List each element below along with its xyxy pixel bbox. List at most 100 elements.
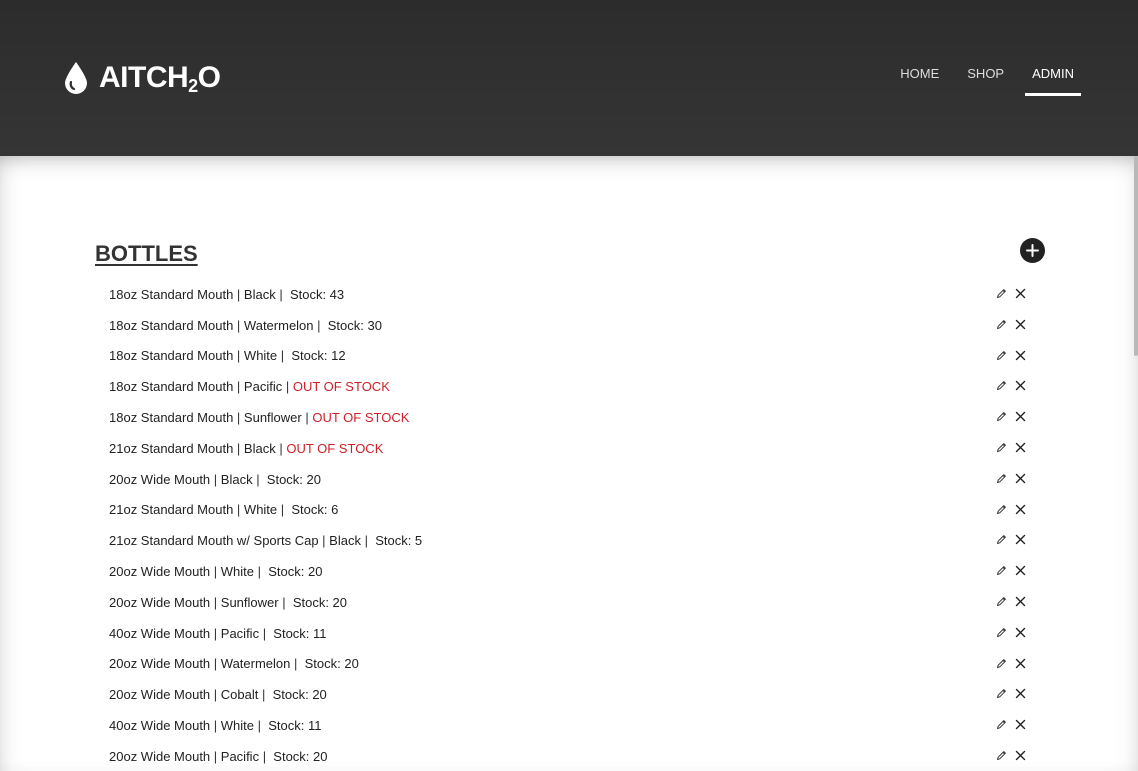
edit-button[interactable] <box>996 411 1007 422</box>
separator: | <box>275 286 290 302</box>
item-name: 20oz Wide Mouth <box>109 687 211 703</box>
separator: | <box>233 379 244 395</box>
separator: | <box>252 471 267 487</box>
item-color: Pacific <box>243 379 283 395</box>
close-icon <box>1015 627 1026 637</box>
delete-button[interactable] <box>1015 380 1026 391</box>
delete-button[interactable] <box>1015 473 1026 484</box>
edit-button[interactable] <box>996 750 1007 761</box>
nav-shop[interactable]: SHOP <box>960 66 1011 96</box>
item-name: 21oz Standard Mouth w/ Sports Cap <box>109 533 319 549</box>
delete-button[interactable] <box>1015 596 1026 607</box>
edit-button[interactable] <box>996 473 1007 484</box>
pencil-icon <box>997 443 1006 452</box>
row-actions <box>996 411 1026 422</box>
edit-button[interactable] <box>996 627 1007 638</box>
stock-status: Stock: 20 <box>292 594 348 610</box>
delete-button[interactable] <box>1015 442 1026 453</box>
separator: | <box>210 656 221 672</box>
separator: | <box>259 748 274 764</box>
separator: | <box>282 379 293 395</box>
row-actions <box>996 565 1026 576</box>
list-item: 20oz Wide Mouth | Sunflower | Stock: 20 <box>109 587 1039 618</box>
close-icon <box>1015 750 1026 761</box>
item-name: 21oz Standard Mouth <box>109 502 234 518</box>
item-name: 40oz Wide Mouth <box>109 625 211 641</box>
close-icon <box>1015 319 1026 329</box>
delete-button[interactable] <box>1015 534 1026 545</box>
edit-button[interactable] <box>996 658 1007 669</box>
water-drop-icon <box>65 62 87 94</box>
edit-button[interactable] <box>996 719 1007 730</box>
separator: | <box>360 533 376 549</box>
add-bottle-button[interactable] <box>1020 238 1045 263</box>
pencil-icon <box>997 751 1006 760</box>
delete-button[interactable] <box>1015 750 1026 761</box>
delete-button[interactable] <box>1015 719 1026 730</box>
scrollbar[interactable] <box>1134 156 1138 356</box>
delete-button[interactable] <box>1015 288 1026 299</box>
delete-button[interactable] <box>1015 411 1026 422</box>
row-actions <box>996 750 1026 761</box>
delete-button[interactable] <box>1015 504 1026 515</box>
separator: | <box>233 348 244 364</box>
close-icon <box>1015 473 1026 483</box>
list-item: 21oz Standard Mouth | Black | OUT OF STO… <box>109 433 1039 464</box>
delete-button[interactable] <box>1015 319 1026 330</box>
item-name: 40oz Wide Mouth <box>109 718 211 734</box>
separator: | <box>259 625 274 641</box>
close-icon <box>1015 504 1026 514</box>
bottle-list: 18oz Standard Mouth | Black | Stock: 43 1… <box>109 279 1039 771</box>
close-icon <box>1015 381 1026 391</box>
logo-text: AITCH 2 O <box>99 61 221 96</box>
delete-button[interactable] <box>1015 627 1026 638</box>
pencil-icon <box>997 319 1006 329</box>
separator: | <box>318 533 330 549</box>
edit-button[interactable] <box>996 442 1007 453</box>
delete-button[interactable] <box>1015 658 1026 669</box>
edit-button[interactable] <box>996 534 1007 545</box>
edit-button[interactable] <box>996 565 1007 576</box>
row-actions <box>996 380 1026 391</box>
nav-home[interactable]: HOME <box>893 66 946 96</box>
item-name: 20oz Wide Mouth <box>109 471 211 487</box>
list-item: 21oz Standard Mouth | White | Stock: 6 <box>109 495 1039 526</box>
pencil-icon <box>997 566 1006 576</box>
logo[interactable]: AITCH 2 O <box>63 58 221 98</box>
stock-status: Stock: 20 <box>268 564 323 580</box>
close-icon <box>1015 719 1026 730</box>
item-name: 18oz Standard Mouth <box>109 410 234 426</box>
list-item: 21oz Standard Mouth w/ Sports Cap | Blac… <box>109 525 1039 556</box>
separator: | <box>210 687 221 703</box>
list-item: 20oz Wide Mouth | Cobalt | Stock: 20 <box>109 679 1039 710</box>
list-item: 18oz Standard Mouth | Pacific | OUT OF S… <box>109 371 1039 402</box>
stock-status: OUT OF STOCK <box>286 440 384 456</box>
edit-button[interactable] <box>996 688 1007 699</box>
separator: | <box>233 286 244 302</box>
separator: | <box>277 348 292 364</box>
edit-button[interactable] <box>996 319 1007 330</box>
edit-button[interactable] <box>996 596 1007 607</box>
pencil-icon <box>997 504 1006 514</box>
delete-button[interactable] <box>1015 350 1026 361</box>
separator: | <box>258 687 273 703</box>
separator: | <box>210 471 221 487</box>
stock-status: Stock: 12 <box>291 348 346 364</box>
nav-admin[interactable]: ADMIN <box>1025 66 1081 96</box>
edit-button[interactable] <box>996 380 1007 391</box>
delete-button[interactable] <box>1015 565 1026 576</box>
stock-status: Stock: 30 <box>327 317 382 333</box>
stock-status: OUT OF STOCK <box>292 379 390 395</box>
separator: | <box>210 748 221 764</box>
edit-button[interactable] <box>996 288 1007 299</box>
stock-status: OUT OF STOCK <box>312 410 410 426</box>
row-actions <box>996 627 1026 638</box>
item-color: White <box>220 718 255 734</box>
logo-main: AITCH <box>99 61 189 94</box>
list-item: 20oz Wide Mouth | Black | Stock: 20 <box>109 464 1039 495</box>
edit-button[interactable] <box>996 504 1007 515</box>
delete-button[interactable] <box>1015 688 1026 699</box>
stock-status: Stock: 6 <box>291 502 339 518</box>
stock-status: Stock: 20 <box>272 687 327 703</box>
edit-button[interactable] <box>996 350 1007 361</box>
